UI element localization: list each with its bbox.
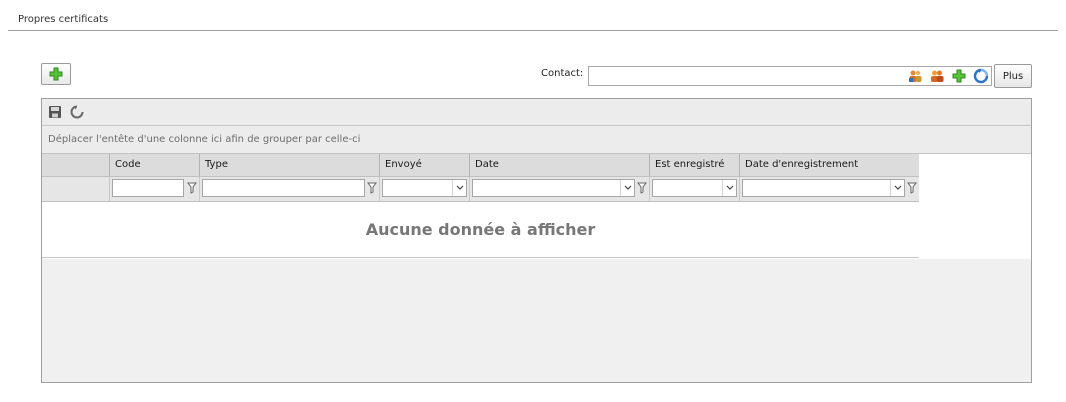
page-title: Propres certificats xyxy=(18,14,109,25)
title-divider xyxy=(8,30,1058,31)
grid-refresh-icon[interactable] xyxy=(70,105,84,119)
filter-input-code[interactable] xyxy=(112,179,184,197)
chevron-down-icon[interactable] xyxy=(620,180,634,196)
filter-cell-est-enregistre xyxy=(649,177,739,201)
add-contact-icon[interactable] xyxy=(951,68,967,84)
column-header-type[interactable]: Type xyxy=(199,154,379,176)
filter-row xyxy=(42,177,919,202)
filter-cell-envoye xyxy=(379,177,469,201)
group-by-panel[interactable]: Déplacer l'entête d'une colonne ici afin… xyxy=(42,127,1031,154)
chevron-down-icon[interactable] xyxy=(890,180,904,196)
certificates-grid: Déplacer l'entête d'une colonne ici afin… xyxy=(41,98,1032,383)
contact-input[interactable] xyxy=(591,68,901,84)
save-icon[interactable] xyxy=(48,105,62,119)
filter-icon[interactable] xyxy=(367,182,377,194)
refresh-icon[interactable] xyxy=(973,68,989,84)
contacts-search-icon[interactable] xyxy=(907,68,923,84)
contact-field xyxy=(588,66,992,86)
filter-icon[interactable] xyxy=(187,182,197,194)
add-certificate-button[interactable] xyxy=(41,63,71,85)
column-header-date[interactable]: Date xyxy=(469,154,649,176)
empty-data-message: Aucune donnée à afficher xyxy=(42,202,919,258)
more-button[interactable]: Plus xyxy=(994,64,1032,88)
column-header-date-enregistrement[interactable]: Date d'enregistrement xyxy=(739,154,919,176)
green-plus-icon xyxy=(49,67,63,81)
contacts-group-icon[interactable] xyxy=(929,68,945,84)
chevron-down-icon[interactable] xyxy=(452,180,466,196)
filter-cell-date xyxy=(469,177,649,201)
grid-table: Code Type Envoyé Date Est enregistré Dat… xyxy=(42,154,1031,259)
filter-date-picker[interactable] xyxy=(472,179,635,197)
filter-date-picker-enregistrement[interactable] xyxy=(742,179,905,197)
column-header-est-enregistre[interactable]: Est enregistré xyxy=(649,154,739,176)
filter-indicator-cell xyxy=(42,177,109,201)
header-row: Code Type Envoyé Date Est enregistré Dat… xyxy=(42,154,919,177)
chevron-down-icon[interactable] xyxy=(722,180,736,196)
filter-icon[interactable] xyxy=(907,182,917,194)
filter-cell-type xyxy=(199,177,379,201)
filter-icon[interactable] xyxy=(637,182,647,194)
filter-select-envoye[interactable] xyxy=(382,179,467,197)
column-header-code[interactable]: Code xyxy=(109,154,199,176)
grid-toolbar xyxy=(42,99,1031,126)
filter-cell-date-enregistrement xyxy=(739,177,919,201)
column-header-envoye[interactable]: Envoyé xyxy=(379,154,469,176)
filter-input-type[interactable] xyxy=(202,179,365,197)
contact-label: Contact: xyxy=(541,68,584,79)
indicator-column-header xyxy=(42,154,109,176)
filter-cell-code xyxy=(109,177,199,201)
filter-select-est-enregistre[interactable] xyxy=(652,179,737,197)
